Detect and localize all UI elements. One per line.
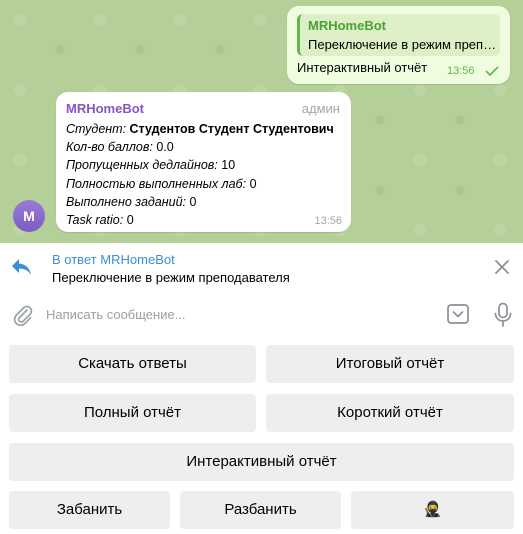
- info-line: Полностью выполненных лаб: 0: [66, 175, 334, 193]
- info-value: 10: [221, 158, 236, 173]
- incoming-message[interactable]: MRHomeBot админ Студент: Студентов Студе…: [56, 92, 351, 232]
- close-icon[interactable]: [494, 259, 510, 275]
- quoted-text: Переключение в режим преподавателя: [308, 37, 498, 52]
- composer: [0, 291, 523, 338]
- full-report-button[interactable]: Полный отчёт: [9, 394, 256, 432]
- message-time: 13:56: [447, 65, 475, 77]
- check-icon: [485, 66, 499, 76]
- info-key: Полностью выполненных лаб:: [66, 176, 247, 191]
- keyboard-toggle-icon[interactable]: [446, 302, 470, 326]
- info-value: Студентов Студент Студентович: [129, 122, 334, 136]
- info-key: Пропущенных дедлайнов:: [66, 158, 218, 173]
- quoted-sender: MRHomeBot: [308, 18, 386, 33]
- info-line: Выполнено заданий: 0: [66, 193, 334, 211]
- info-key: Task ratio:: [66, 213, 124, 228]
- final-report-button[interactable]: Итоговый отчёт: [266, 345, 514, 383]
- reply-target-title: В ответ MRHomeBot: [52, 252, 175, 267]
- reply-preview-bar: В ответ MRHomeBot Переключение в режим п…: [0, 243, 523, 291]
- info-key: Студент:: [66, 122, 127, 136]
- info-line: Студент: Студентов Студент Студентович: [66, 120, 334, 138]
- info-value: 0: [189, 194, 197, 209]
- info-line: Пропущенных дедлайнов: 10: [66, 156, 334, 174]
- avatar[interactable]: M: [13, 200, 45, 232]
- reply-arrow-icon: [12, 259, 31, 275]
- interactive-report-button[interactable]: Интерактивный отчёт: [9, 443, 514, 481]
- sender-name[interactable]: MRHomeBot: [66, 101, 144, 116]
- short-report-button[interactable]: Короткий отчёт: [266, 394, 514, 432]
- message-time: 13:56: [314, 215, 342, 227]
- message-body: Студент: Студентов Студент Студентович К…: [66, 120, 334, 229]
- sender-role-badge: админ: [301, 101, 340, 116]
- info-value: 0.0: [156, 140, 174, 155]
- info-key: Выполнено заданий:: [66, 194, 187, 209]
- microphone-icon[interactable]: [493, 302, 513, 328]
- info-line: Task ratio: 0: [66, 211, 334, 229]
- message-input[interactable]: [46, 299, 436, 329]
- info-line: Кол-во баллов: 0.0: [66, 138, 334, 156]
- info-value: 0: [126, 213, 134, 228]
- info-key: Кол-во баллов:: [66, 140, 153, 155]
- outgoing-message[interactable]: MRHomeBot Переключение в режим преподава…: [287, 6, 510, 84]
- ninja-button[interactable]: 🥷: [351, 491, 514, 529]
- reply-target-text: Переключение в режим преподавателя: [52, 270, 290, 285]
- info-value: 0: [249, 176, 257, 191]
- unban-button[interactable]: Разбанить: [180, 491, 341, 529]
- quoted-message[interactable]: MRHomeBot Переключение в режим преподава…: [297, 14, 500, 56]
- ban-button[interactable]: Забанить: [9, 491, 170, 529]
- message-text: Интерактивный отчёт: [297, 60, 428, 75]
- paperclip-icon[interactable]: [12, 304, 34, 326]
- chat-area: MRHomeBot Переключение в режим преподава…: [0, 0, 523, 243]
- download-answers-button[interactable]: Скачать ответы: [9, 345, 256, 383]
